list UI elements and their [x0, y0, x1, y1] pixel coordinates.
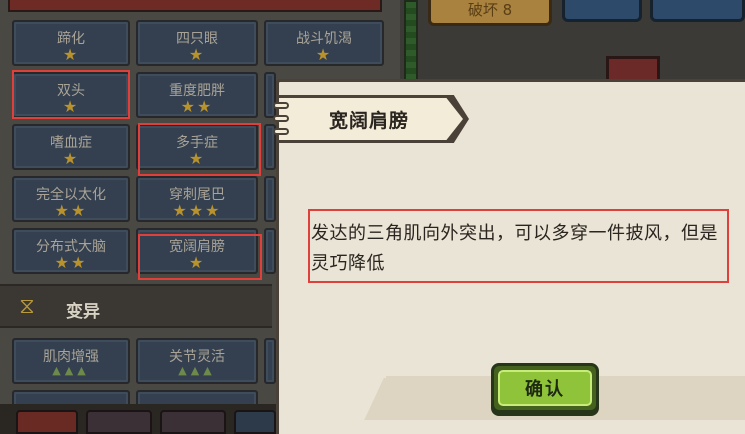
star-icon: ★★ — [54, 253, 88, 272]
trait-cell[interactable]: 分布式大脑 ★★ — [12, 228, 130, 274]
star-icon: ★ — [62, 97, 80, 116]
level-triangle-icon: ▲▲▲ — [52, 364, 90, 377]
trait-cell[interactable]: 重度肥胖 ★★ — [136, 72, 258, 118]
bottom-slot-4[interactable] — [234, 410, 276, 434]
trait-cell[interactable]: 战斗饥渴 ★ — [264, 20, 384, 66]
star-icon: ★ — [62, 149, 80, 168]
mutation-cell[interactable]: 关节灵活 ▲▲▲ — [136, 338, 258, 384]
top-blue-button-2[interactable] — [650, 0, 745, 22]
trait-cell[interactable]: 四只眼 ★ — [136, 20, 258, 66]
bottom-slot-3[interactable] — [160, 410, 226, 434]
star-icon: ★ — [62, 45, 80, 64]
trait-cell[interactable]: 嗜血症 ★ — [12, 124, 130, 170]
dialog-title: 宽阔肩膀 — [329, 110, 410, 132]
mutation-cell[interactable]: 肌肉增强 ▲▲▲ — [12, 338, 130, 384]
trait-cell[interactable]: 蹄化 ★ — [12, 20, 130, 66]
star-icon: ★ — [188, 253, 206, 272]
top-gold-button[interactable]: 破坏 8 — [428, 0, 552, 26]
bottom-slot-2[interactable] — [86, 410, 152, 434]
section-title: 变异 — [66, 302, 100, 322]
trait-cell[interactable]: 完全以太化 ★★ — [12, 176, 130, 222]
mutation-section-header: ⧖ 变异 — [0, 284, 272, 328]
binder-ring-icon — [273, 102, 289, 109]
mutation-label: 关节灵活 — [169, 349, 225, 365]
star-icon: ★ — [188, 149, 206, 168]
star-icon: ★ — [315, 45, 333, 64]
trait-cell[interactable]: 穿刺尾巴 ★★★ — [136, 176, 258, 222]
star-icon: ★ — [188, 45, 206, 64]
dialog-description: 发达的三角肌向外突出，可以多穿一件披风，但是灵巧降低 — [311, 223, 718, 274]
decorative-pipe — [404, 0, 418, 82]
star-icon: ★★ — [54, 201, 88, 220]
bottom-slot-1[interactable] — [16, 410, 78, 434]
trait-cell[interactable]: 多手症 ★ — [136, 124, 258, 170]
trait-cell[interactable] — [264, 72, 276, 118]
level-triangle-icon: ▲▲▲ — [178, 364, 216, 377]
binder-ring-icon — [273, 128, 289, 135]
trait-cell[interactable] — [264, 228, 276, 274]
dna-icon: ⧖ — [19, 294, 35, 319]
star-icon: ★★★ — [172, 201, 222, 220]
top-blue-button-1[interactable] — [562, 0, 642, 22]
top-red-bar — [8, 0, 382, 12]
trait-cell[interactable]: 双头 ★ — [12, 72, 130, 118]
trait-cell[interactable]: 宽阔肩膀 ★ — [136, 228, 258, 274]
binder-ring-icon — [273, 115, 289, 122]
trait-info-dialog: 宽阔肩膀 发达的三角肌向外突出，可以多穿一件披风，但是灵巧降低 确认 — [273, 79, 745, 434]
star-icon: ★★ — [180, 97, 214, 116]
mutation-cell[interactable] — [264, 338, 276, 384]
trait-cell[interactable] — [264, 176, 276, 222]
mutation-label: 肌肉增强 — [43, 349, 99, 365]
confirm-button[interactable]: 确认 — [491, 363, 599, 413]
confirm-label: 确认 — [525, 379, 565, 400]
